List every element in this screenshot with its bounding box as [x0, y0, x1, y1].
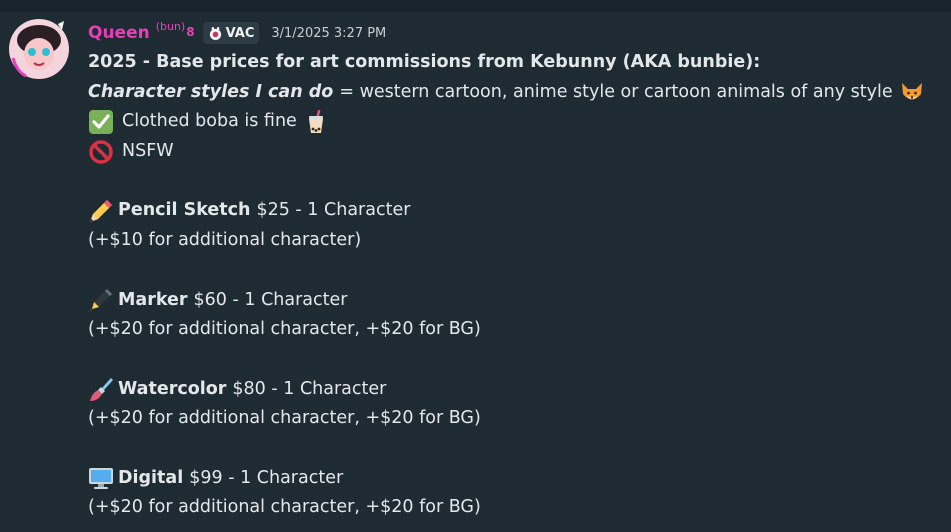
item-name: Watercolor	[118, 378, 227, 399]
message-timestamp[interactable]: 3/1/2025 3:27 PM	[271, 26, 386, 41]
item-note: (+$20 for additional character, +$20 for…	[88, 408, 481, 429]
item-price: $99 - 1 Character	[189, 467, 344, 488]
author-name[interactable]: Queen	[88, 23, 150, 43]
item-note: (+$20 for additional character, +$20 for…	[88, 497, 481, 518]
author-tag-glyph: 8	[186, 25, 195, 39]
check-icon	[88, 109, 114, 135]
item-price: $25 - 1 Character	[256, 200, 411, 221]
bubble-tea-icon	[303, 109, 329, 135]
nsfw-text: NSFW	[122, 141, 174, 162]
message-header: Queen (bun) 8 VAC 3/1/2025 3:27 PM	[88, 20, 386, 46]
message-content: 2025 - Base prices for art commissions f…	[88, 48, 948, 523]
price-item: Digital $99 - 1 Character	[88, 464, 948, 494]
author-tag: (bun)	[155, 19, 186, 33]
nsfw-line: NSFW	[88, 137, 948, 167]
guild-tag-label: VAC	[225, 25, 255, 41]
paintbrush-icon	[88, 376, 114, 402]
item-note: (+$10 for additional character)	[88, 230, 362, 251]
chat-message: Queen (bun) 8 VAC 3/1/2025 3:27 PM 2025 …	[0, 12, 951, 532]
computer-icon	[88, 465, 114, 491]
styles-text: = western cartoon, anime style or cartoo…	[339, 81, 893, 102]
message-heading: 2025 - Base prices for art commissions f…	[88, 52, 761, 72]
styles-line: Character styles I can do = western cart…	[88, 78, 948, 108]
price-item: Marker $60 - 1 Character	[88, 286, 948, 316]
item-name: Pencil Sketch	[118, 200, 251, 221]
price-item: Pencil Sketch $25 - 1 Character	[88, 196, 948, 226]
user-avatar[interactable]	[8, 18, 70, 80]
boba-text: Clothed boba is fine	[122, 111, 297, 132]
guild-tag[interactable]: VAC	[202, 22, 260, 44]
price-item: Watercolor $80 - 1 Character	[88, 375, 948, 405]
bunny-badge-icon	[209, 26, 221, 40]
item-price: $60 - 1 Character	[193, 289, 348, 310]
fox-icon	[899, 80, 925, 106]
item-price: $80 - 1 Character	[232, 378, 387, 399]
item-name: Digital	[118, 467, 184, 488]
marker-icon	[88, 287, 114, 314]
styles-label: Character styles I can do	[88, 81, 334, 102]
item-name: Marker	[118, 289, 188, 310]
item-note: (+$20 for additional character, +$20 for…	[88, 319, 481, 340]
pencil-icon	[88, 198, 114, 224]
top-strip	[0, 0, 951, 12]
boba-line: Clothed boba is fine	[88, 107, 948, 137]
prohibited-icon	[88, 139, 114, 165]
